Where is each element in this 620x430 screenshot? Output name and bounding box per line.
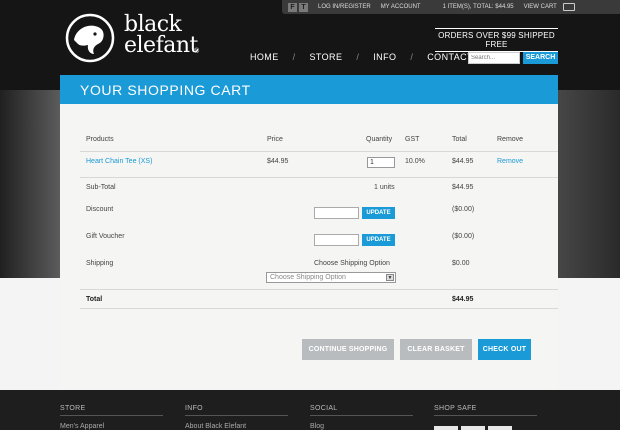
item-gst: 10.0% — [405, 158, 425, 165]
facebook-icon[interactable]: f — [288, 2, 297, 12]
total-label: Total — [86, 296, 103, 303]
shipping-value: $0.00 — [452, 260, 470, 267]
header-remove: Remove — [497, 136, 524, 143]
header-quantity: Quantity — [366, 136, 393, 143]
subtotal-units: 1 units — [374, 184, 395, 191]
logo-text: black elefant — [124, 12, 198, 58]
footer-heading: SHOP SAFE — [434, 405, 537, 416]
footer-link[interactable]: Blog — [310, 423, 413, 430]
social-links: f t — [288, 2, 308, 12]
discount-code-field[interactable] — [314, 207, 359, 219]
cart-icon[interactable] — [562, 3, 575, 11]
logo-line-1: black — [124, 12, 182, 37]
my-account-link[interactable]: MY ACCOUNT — [381, 4, 421, 10]
remove-item-link[interactable]: Remove — [497, 158, 523, 165]
shipping-label: Shipping — [86, 260, 114, 267]
nav-contact[interactable]: CONTACT — [427, 52, 473, 62]
logo[interactable]: black elefant ® — [60, 10, 205, 66]
nav-store[interactable]: STORE — [310, 52, 343, 62]
cart-summary: 1 ITEM(S), TOTAL: $44.95 — [442, 4, 514, 10]
discount-value: ($0.00) — [452, 206, 475, 213]
header-price: Price — [267, 136, 283, 143]
footer-heading: SOCIAL — [310, 405, 413, 416]
registered-mark: ® — [194, 48, 200, 55]
main-nav: HOME / STORE / INFO / CONTACT — [250, 52, 473, 62]
visa-icon — [434, 426, 458, 430]
nav-separator: / — [292, 52, 296, 62]
footer-link[interactable]: About Black Elefant — [185, 423, 288, 430]
search-form: SEARCH — [468, 52, 558, 64]
clear-basket-button[interactable]: CLEAR BASKET — [400, 339, 472, 360]
footer-link[interactable]: Men's Apparel — [60, 423, 163, 430]
cart-title: YOUR SHOPPING CART — [60, 75, 558, 104]
paypal-icon — [488, 426, 512, 430]
site-footer: STORE Men's Apparel INFO About Black Ele… — [0, 390, 620, 430]
shipping-prompt: Choose Shipping Option — [314, 260, 390, 267]
cart-panel: YOUR SHOPPING CART Products Price Quanti… — [60, 75, 558, 390]
payment-logos — [434, 426, 537, 430]
top-bar: f t LOG IN/REGISTER MY ACCOUNT 1 ITEM(S)… — [282, 0, 620, 14]
logo-line-2: elefant — [124, 33, 198, 58]
twitter-icon[interactable]: t — [299, 2, 308, 12]
nav-info[interactable]: INFO — [373, 52, 396, 62]
footer-heading: INFO — [185, 405, 288, 416]
login-register-link[interactable]: LOG IN/REGISTER — [318, 4, 371, 10]
divider — [80, 177, 558, 178]
footer-col-social: SOCIAL Blog — [310, 405, 413, 430]
shipping-select[interactable]: Choose Shipping Option ▼ — [266, 272, 396, 283]
mastercard-icon — [461, 426, 485, 430]
product-link[interactable]: Heart Chain Tee (XS) — [86, 158, 152, 165]
header-total: Total — [452, 136, 467, 143]
quantity-input[interactable]: 1 — [367, 157, 395, 168]
divider — [80, 151, 558, 152]
search-button[interactable]: SEARCH — [523, 52, 558, 64]
header-gst: GST — [405, 136, 420, 143]
discount-update-button[interactable]: UPDATE — [362, 207, 395, 219]
footer-col-store: STORE Men's Apparel — [60, 405, 163, 430]
free-shipping-promo: ORDERS OVER $99 SHIPPED FREE — [435, 28, 558, 52]
subtotal-label: Sub-Total — [86, 184, 116, 191]
voucher-value: ($0.00) — [452, 233, 475, 240]
chevron-down-icon: ▼ — [386, 274, 394, 281]
total-value: $44.95 — [452, 296, 474, 303]
continue-shopping-button[interactable]: CONTINUE SHOPPING — [302, 339, 394, 360]
item-total: $44.95 — [452, 158, 474, 165]
item-price: $44.95 — [267, 158, 289, 165]
header-products: Products — [86, 136, 114, 143]
elephant-logo-icon — [65, 13, 115, 63]
divider — [80, 289, 558, 290]
gift-voucher-label: Gift Voucher — [86, 233, 125, 240]
footer-heading: STORE — [60, 405, 163, 416]
footer-col-shop-safe: SHOP SAFE — [434, 405, 537, 430]
subtotal-value: $44.95 — [452, 184, 474, 191]
nav-home[interactable]: HOME — [250, 52, 279, 62]
divider — [80, 308, 558, 309]
shipping-select-value: Choose Shipping Option — [270, 274, 346, 281]
search-input[interactable] — [468, 52, 520, 64]
view-cart-link[interactable]: VIEW CART — [524, 4, 557, 10]
gift-voucher-field[interactable] — [314, 234, 359, 246]
nav-separator: / — [356, 52, 360, 62]
voucher-update-button[interactable]: UPDATE — [362, 234, 395, 246]
footer-col-info: INFO About Black Elefant — [185, 405, 288, 430]
nav-separator: / — [410, 52, 414, 62]
discount-label: Discount — [86, 206, 114, 213]
checkout-button[interactable]: CHECK OUT — [478, 339, 531, 360]
